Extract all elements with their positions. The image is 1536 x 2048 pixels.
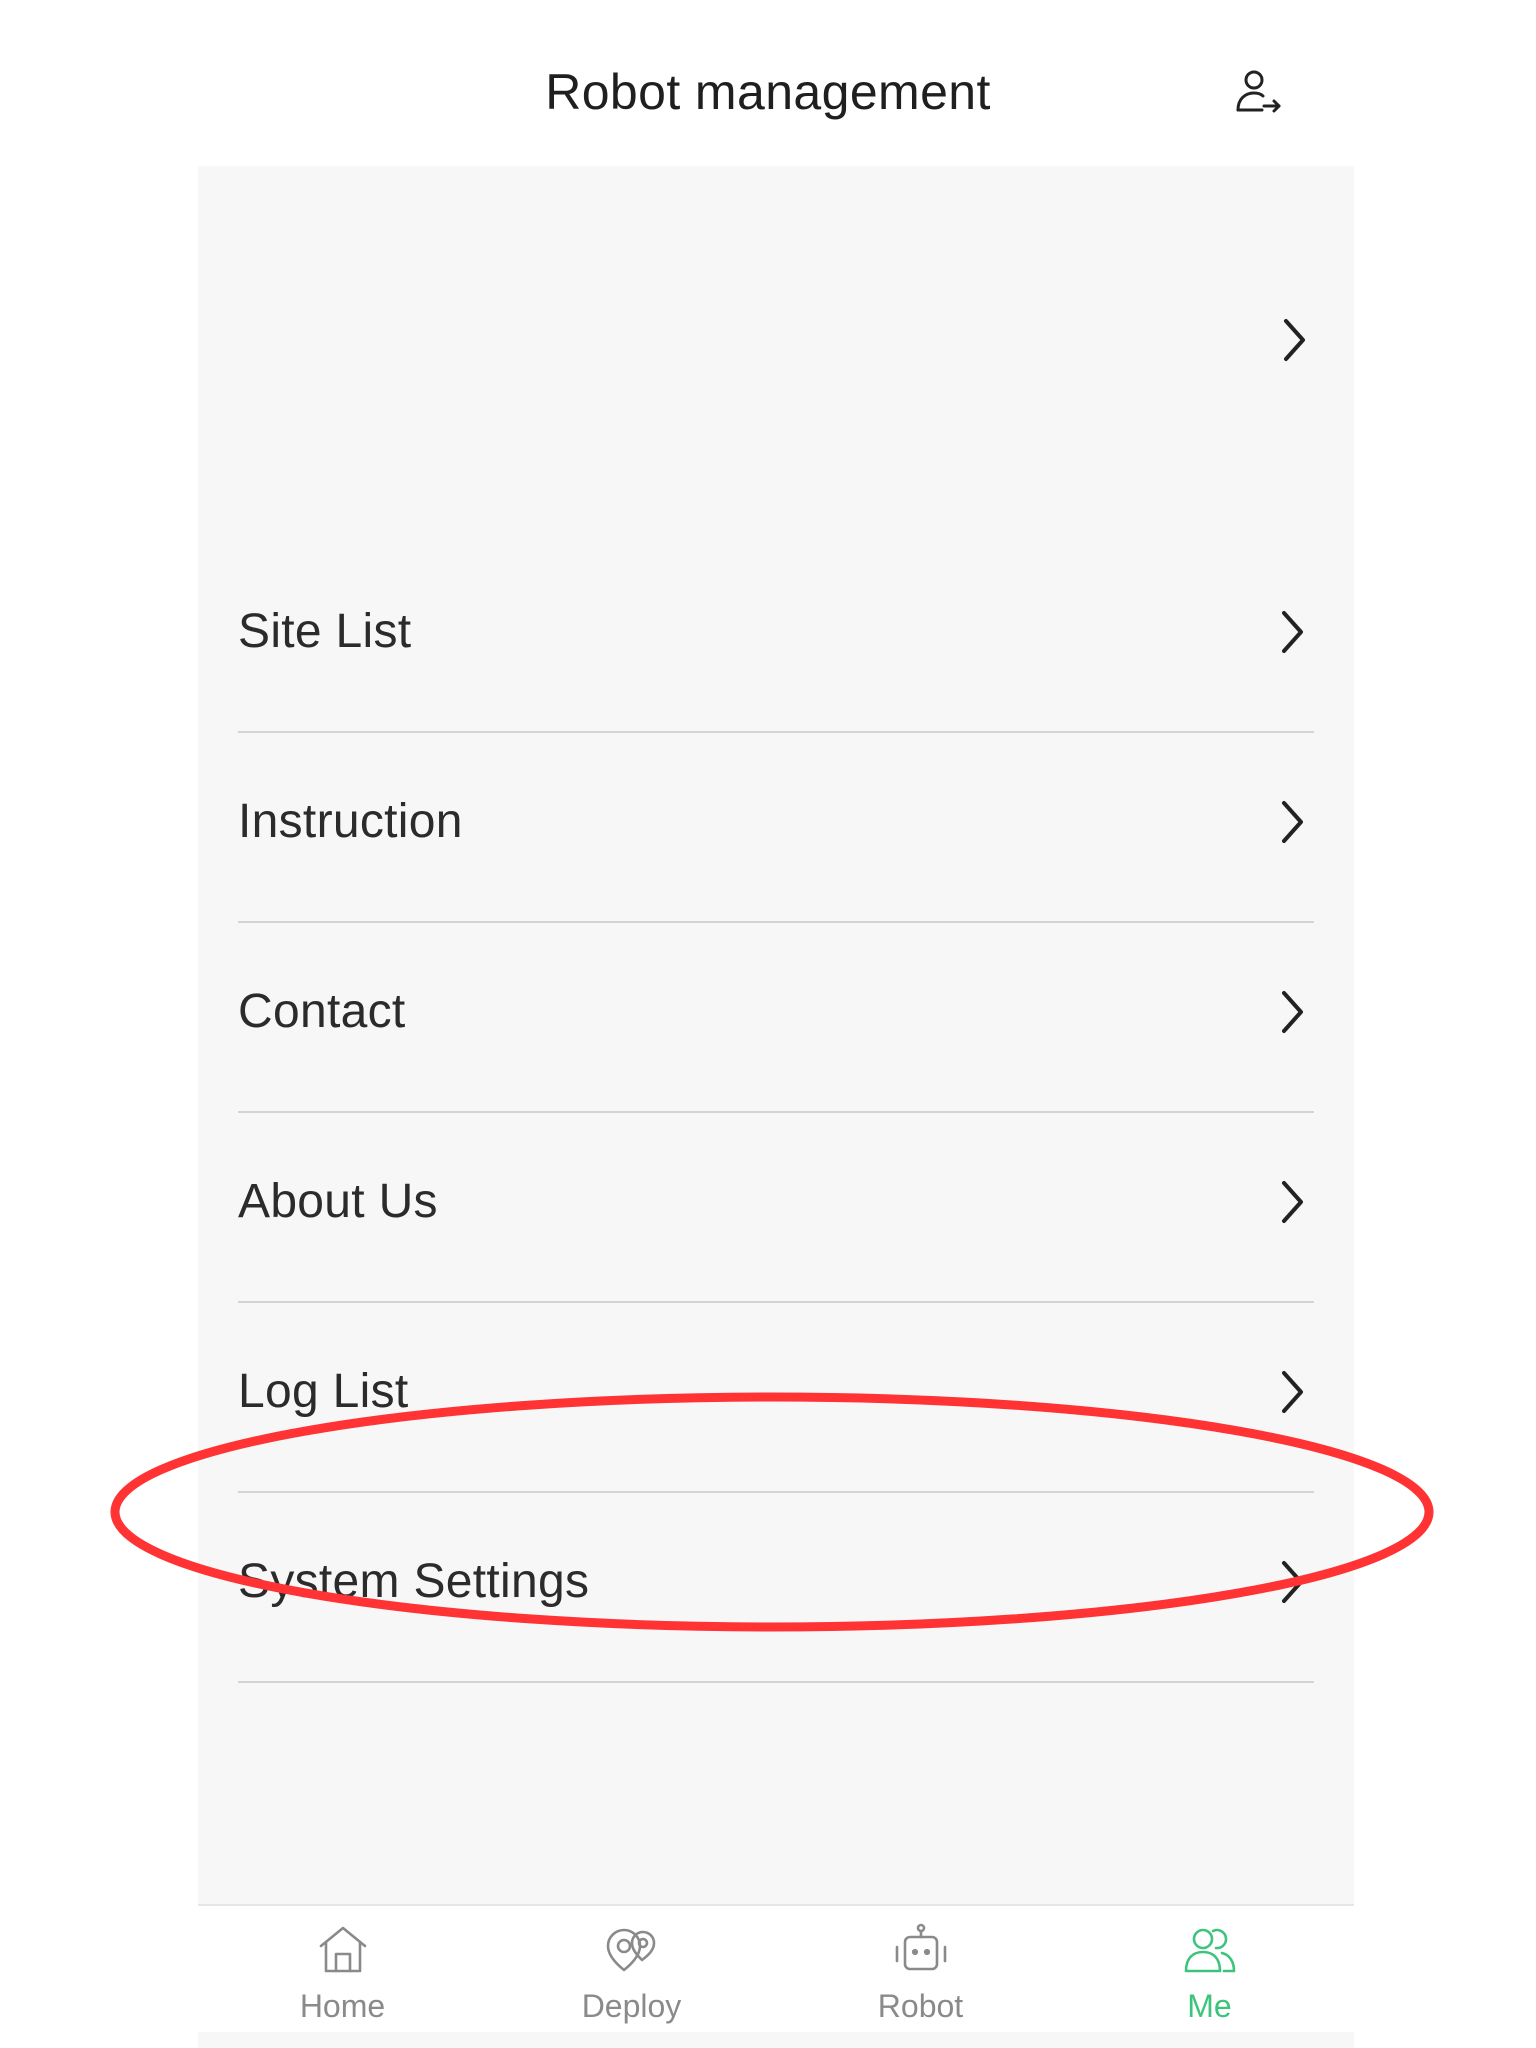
menu-panel: Site List Instruction Contact About Us L… bbox=[198, 166, 1354, 1904]
settings-menu: Site List Instruction Contact About Us L… bbox=[238, 543, 1314, 1683]
tab-label: Home bbox=[299, 1988, 386, 2024]
menu-item-label: Instruction bbox=[238, 795, 463, 848]
chevron-right-icon bbox=[1274, 796, 1310, 848]
menu-item-label: Contact bbox=[238, 985, 406, 1038]
menu-item-contact[interactable]: Contact bbox=[238, 923, 1314, 1113]
menu-item-about-us[interactable]: About Us bbox=[238, 1113, 1314, 1303]
menu-item-label: About Us bbox=[238, 1175, 438, 1228]
page-title: Robot management bbox=[545, 64, 991, 120]
menu-item-label: Log List bbox=[238, 1365, 409, 1418]
top-bar: Robot management bbox=[0, 0, 1536, 166]
chevron-right-icon bbox=[1276, 314, 1312, 366]
menu-item-log-list[interactable]: Log List bbox=[238, 1303, 1314, 1493]
bottom-safe-area bbox=[198, 2032, 1354, 2048]
user-logout-icon bbox=[1236, 70, 1281, 113]
menu-item-instruction[interactable]: Instruction bbox=[238, 733, 1314, 923]
chevron-right-icon bbox=[1274, 1556, 1310, 1608]
tab-label: Deploy bbox=[581, 1988, 682, 2024]
tab-robot[interactable]: Robot bbox=[776, 1906, 1065, 2032]
menu-item-site-list[interactable]: Site List bbox=[238, 543, 1314, 733]
bottom-tab-bar: Home Deploy Robot Me bbox=[198, 1904, 1354, 2034]
tab-home[interactable]: Home bbox=[198, 1906, 487, 2032]
home-icon bbox=[313, 1920, 373, 1980]
chevron-right-icon bbox=[1274, 1366, 1310, 1418]
robot-icon bbox=[891, 1920, 951, 1980]
tab-label: Robot bbox=[877, 1988, 964, 2024]
menu-item-label: Site List bbox=[238, 605, 412, 658]
profile-row[interactable] bbox=[198, 166, 1354, 514]
tab-deploy[interactable]: Deploy bbox=[487, 1906, 776, 2032]
map-pin-icon bbox=[602, 1920, 662, 1980]
tab-me[interactable]: Me bbox=[1065, 1906, 1354, 2032]
robot-management-screen: Robot management Site List Instruction C… bbox=[0, 0, 1536, 2048]
tab-label: Me bbox=[1187, 1988, 1232, 2024]
chevron-right-icon bbox=[1274, 606, 1310, 658]
users-icon bbox=[1180, 1920, 1240, 1980]
logout-button[interactable] bbox=[1228, 62, 1288, 122]
menu-item-label: System Settings bbox=[238, 1555, 590, 1608]
chevron-right-icon bbox=[1274, 986, 1310, 1038]
chevron-right-icon bbox=[1274, 1176, 1310, 1228]
menu-item-system-settings[interactable]: System Settings bbox=[238, 1493, 1314, 1683]
